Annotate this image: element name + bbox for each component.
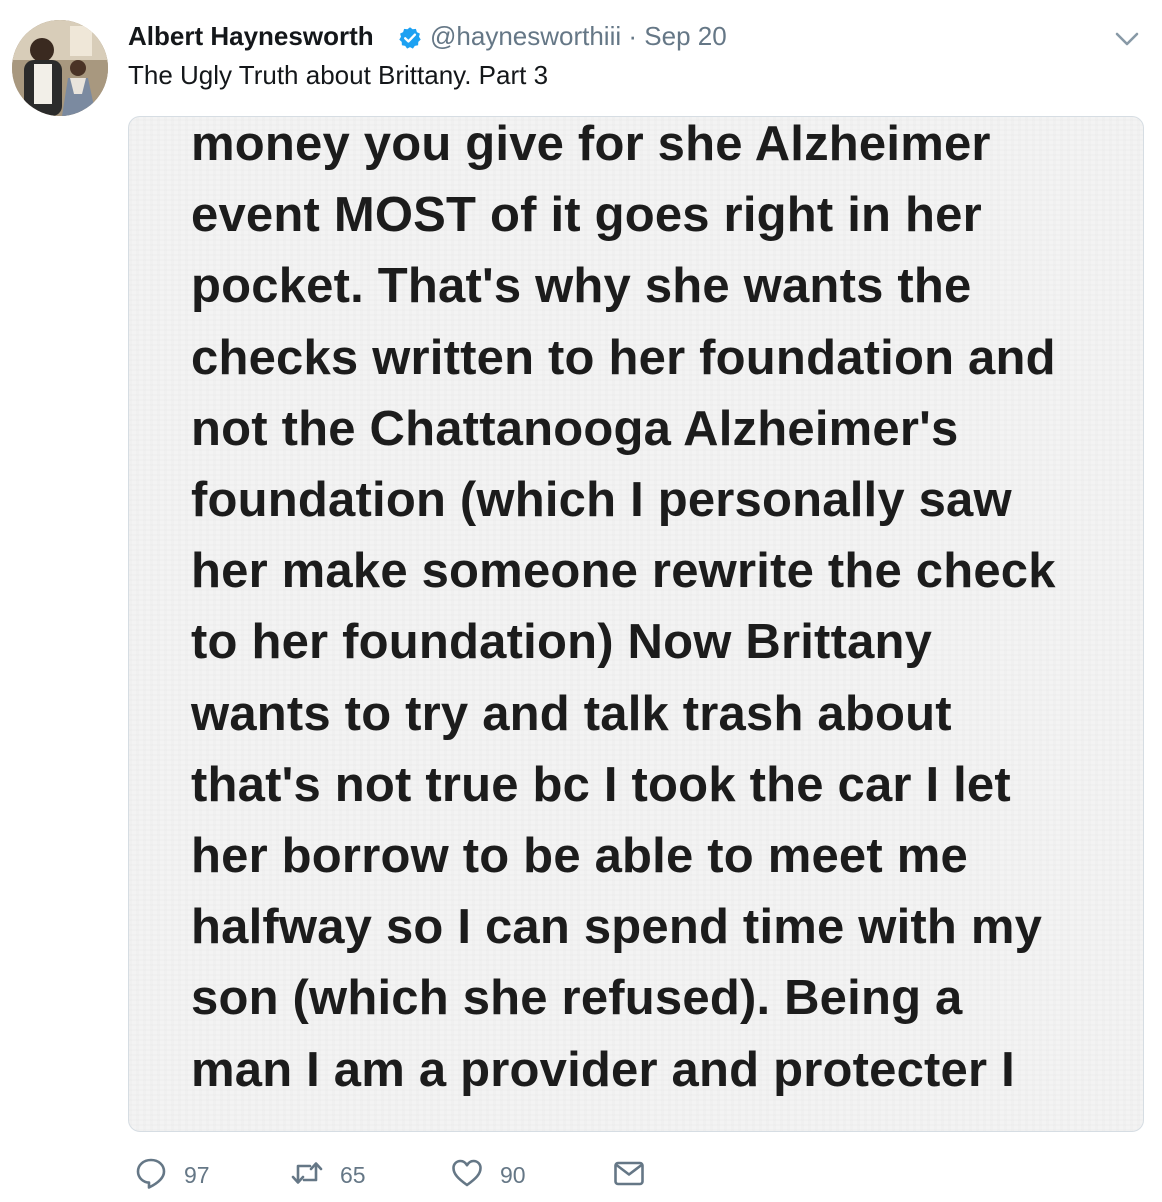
reply-icon bbox=[134, 1156, 168, 1195]
heart-icon bbox=[450, 1156, 484, 1195]
like-button[interactable]: 90 bbox=[450, 1152, 526, 1198]
tweet-meta: @haynesworthiii · Sep 20 bbox=[430, 21, 727, 52]
verified-badge-icon bbox=[398, 26, 422, 50]
retweet-count: 65 bbox=[340, 1161, 366, 1188]
author-handle[interactable]: @haynesworthiii bbox=[430, 21, 621, 51]
envelope-icon bbox=[612, 1156, 646, 1195]
direct-message-button[interactable] bbox=[612, 1152, 646, 1198]
retweet-button[interactable]: 65 bbox=[290, 1152, 366, 1198]
like-count: 90 bbox=[500, 1161, 526, 1188]
tweet: Albert Haynesworth @haynesworthiii · Sep… bbox=[0, 0, 1162, 1202]
reply-count: 97 bbox=[184, 1161, 210, 1188]
tweet-text: The Ugly Truth about Brittany. Part 3 bbox=[128, 60, 549, 90]
author-name[interactable]: Albert Haynesworth bbox=[128, 21, 374, 52]
tweet-header: Albert Haynesworth @haynesworthiii · Sep… bbox=[128, 18, 1142, 58]
image-note-text: money you give for she Alzheimer event M… bbox=[191, 117, 1056, 1097]
tweet-timestamp[interactable]: Sep 20 bbox=[644, 21, 726, 51]
chevron-down-icon[interactable] bbox=[1112, 24, 1142, 54]
meta-separator: · bbox=[628, 21, 638, 51]
tweet-actions: 97 65 90 bbox=[128, 1152, 828, 1198]
author-avatar[interactable] bbox=[12, 20, 108, 116]
retweet-icon bbox=[290, 1156, 324, 1195]
tweet-media-image[interactable]: money you give for she Alzheimer event M… bbox=[128, 116, 1144, 1132]
reply-button[interactable]: 97 bbox=[134, 1152, 210, 1198]
